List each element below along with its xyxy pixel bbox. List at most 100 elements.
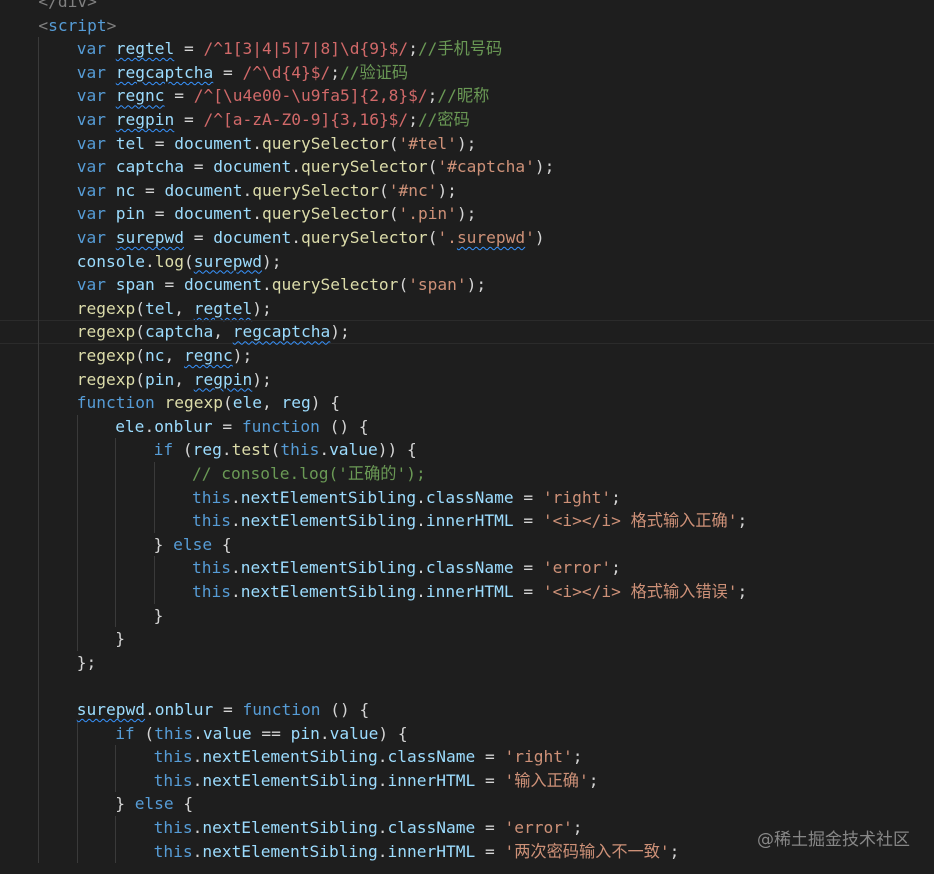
code-line[interactable]: <script> (0, 14, 934, 38)
indent-guide (38, 391, 40, 415)
code-line[interactable]: } (0, 603, 934, 628)
code-line[interactable]: var regcaptcha = /^\d{4}$/;//验证码 (0, 60, 934, 85)
code-token: </div> (38, 0, 97, 11)
code-line[interactable]: surepwd.onblur = function () { (0, 698, 934, 722)
code-line[interactable]: this.nextElementSibling.className = 'rig… (0, 485, 934, 510)
code-token: = (475, 747, 505, 767)
code-line[interactable]: }; (0, 650, 934, 675)
code-token: , (262, 393, 282, 413)
code-token: , (213, 322, 233, 342)
code-token: . (192, 818, 203, 837)
code-line[interactable]: </div> (0, 0, 934, 14)
code-token: innerHTML (387, 770, 476, 790)
code-token: }; (76, 652, 97, 672)
code-line[interactable]: regexp(captcha, regcaptcha); (0, 320, 934, 344)
code-line[interactable]: // console.log('正确的'); (0, 462, 934, 486)
code-token: this (192, 511, 231, 531)
code-token: } (153, 605, 164, 625)
indent-guide (38, 320, 40, 344)
code-line[interactable]: this.nextElementSibling.className = 'rig… (0, 745, 934, 769)
code-line[interactable] (0, 674, 934, 698)
indent-guide (76, 509, 78, 533)
code-text: if (this.value == pin.value) { (115, 722, 407, 746)
code-token: '#tel' (398, 133, 457, 153)
code-token: ; (737, 511, 748, 531)
code-text: var pin = document.querySelector('.pin')… (77, 202, 477, 226)
indent-guide (38, 108, 40, 132)
code-token: = (212, 416, 242, 436)
code-token: = (513, 487, 543, 507)
code-line[interactable]: this.nextElementSibling.innerHTML = '<i>… (0, 509, 934, 533)
code-token: nextElementSibling (240, 582, 417, 601)
code-line[interactable]: if (this.value == pin.value) { (0, 721, 934, 746)
code-token: ) (534, 228, 545, 247)
code-token: = (145, 204, 175, 224)
code-token: . (192, 747, 203, 767)
code-token: querySelector (262, 133, 389, 153)
code-text: regexp(tel, regtel); (77, 297, 272, 321)
code-line[interactable]: if (reg.test(this.value)) { (0, 438, 934, 462)
code-line[interactable]: ele.onblur = function () { (0, 414, 934, 439)
code-token: = (145, 133, 175, 153)
code-line[interactable]: var regtel = /^1[3|4|5|7|8]\d{9}$/;//手机号… (0, 37, 934, 61)
indent-guide (76, 745, 78, 769)
code-line[interactable]: regexp(nc, regnc); (0, 344, 934, 368)
code-text: // console.log('正确的'); (192, 462, 426, 486)
indent-guide (153, 509, 155, 533)
code-text: this.nextElementSibling.innerHTML = '<i>… (192, 509, 747, 533)
code-line[interactable]: } else { (0, 532, 934, 557)
code-line[interactable]: this.nextElementSibling.className = 'err… (0, 556, 934, 580)
code-token: ); (252, 298, 272, 318)
indent-guide (38, 768, 40, 793)
code-line[interactable]: var span = document.querySelector('span'… (0, 273, 934, 297)
indent-guide (38, 839, 40, 864)
code-token: nc (115, 180, 136, 200)
code-token: regtel (193, 298, 253, 318)
code-line[interactable]: var tel = document.querySelector('#tel')… (0, 131, 934, 156)
code-editor[interactable]: </div> <script> var regtel = /^1[3|4|5|7|8… (0, 0, 934, 874)
code-line[interactable]: this.nextElementSibling.innerHTML = '输入正… (0, 768, 934, 793)
code-line[interactable]: } (0, 627, 934, 651)
code-text: var regcaptcha = /^\d{4}$/;//验证码 (77, 61, 408, 85)
code-line[interactable]: console.log(surepwd); (0, 249, 934, 274)
code-token: ) { (310, 393, 340, 413)
code-text: surepwd.onblur = function () { (77, 698, 369, 722)
code-token: /^[\u4e00-\u9fa5]{2,8}$/ (193, 86, 428, 106)
code-token: ( (378, 180, 389, 200)
code-token: . (230, 487, 241, 507)
code-text: function regexp(ele, reg) { (77, 391, 340, 415)
code-token: . (221, 440, 232, 460)
code-line[interactable]: var captcha = document.querySelector('#c… (0, 155, 934, 179)
code-token: = (513, 558, 543, 578)
indent-guide (38, 155, 40, 179)
code-text: }; (77, 651, 97, 675)
code-line[interactable]: function regexp(ele, reg) { (0, 391, 934, 415)
code-token: ( (134, 723, 155, 743)
code-token: pin (145, 369, 175, 389)
code-line[interactable]: } else { (0, 792, 934, 816)
code-token: regexp (76, 298, 136, 318)
indent-guide (76, 792, 78, 816)
code-line[interactable]: var regpin = /^[a-zA-Z0-9]{3,16}$/;//密码 (0, 108, 934, 132)
code-token: className (387, 747, 476, 767)
code-token: document (184, 275, 262, 295)
code-line[interactable]: regexp(tel, regtel); (0, 296, 934, 321)
code-text: } (154, 604, 164, 628)
indent-guide (38, 627, 40, 651)
code-text: var captcha = document.querySelector('#c… (77, 155, 555, 179)
indent-guide (38, 674, 40, 698)
code-token: ; (572, 818, 583, 837)
code-line[interactable]: var nc = document.querySelector('#nc'); (0, 178, 934, 203)
code-line[interactable]: this.nextElementSibling.innerHTML = '<i>… (0, 580, 934, 604)
code-line[interactable]: var surepwd = document.querySelector('.s… (0, 226, 934, 250)
code-token: document (174, 204, 253, 224)
code-line[interactable]: regexp(pin, regpin); (0, 367, 934, 392)
code-line[interactable]: var pin = document.querySelector('.pin')… (0, 202, 934, 226)
code-token: ); (456, 204, 477, 224)
code-line[interactable]: var regnc = /^[\u4e00-\u9fa5]{2,8}$/;//昵… (0, 84, 934, 108)
indent-guide (115, 556, 117, 580)
code-text: console.log(surepwd); (77, 250, 282, 274)
code-token: ); (534, 157, 555, 177)
indent-guide (115, 745, 117, 769)
code-token: () { (319, 416, 369, 436)
